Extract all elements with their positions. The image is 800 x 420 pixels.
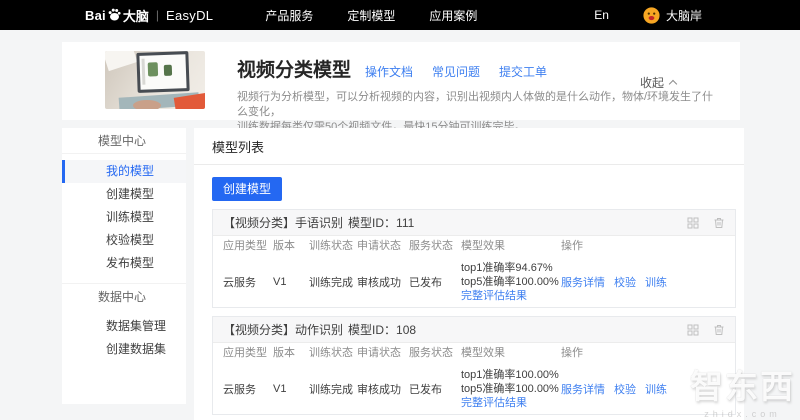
cell-actions: 服务详情 校验 训练: [561, 381, 725, 397]
language-toggle[interactable]: En: [594, 8, 609, 22]
model-card-header: 【视频分类】手语识别 模型ID： 111: [213, 210, 735, 236]
model-id: 108: [396, 322, 417, 337]
sidebar-item-validate-model[interactable]: 校验模型: [62, 229, 186, 252]
smiley-face-icon: [643, 6, 660, 24]
topbar: Bai 大脑 | EasyDL 产品服务 定制模型 应用案例 En 大脑岸: [0, 0, 800, 30]
model-name: 【视频分类】手语识别: [223, 216, 344, 230]
cell-train-status: 训练完成: [309, 277, 353, 289]
user-avatar[interactable]: [643, 6, 660, 24]
create-model-button[interactable]: 创建模型: [212, 177, 282, 201]
logo-text-bai: Bai: [85, 7, 106, 23]
cell-apply-status: 审核成功: [357, 384, 401, 396]
main-content: 模型列表 创建模型 【视频分类】手语识别 模型ID： 111 应用类型 版本 训…: [194, 128, 744, 420]
sidebar-item-train-model[interactable]: 训练模型: [62, 206, 186, 229]
chevron-up-icon: [668, 79, 678, 89]
grid-icon[interactable]: [687, 217, 699, 229]
col-actions: 操作: [561, 240, 583, 252]
col-apply-status: 申请状态: [357, 240, 401, 252]
sidebar-item-create-model[interactable]: 创建模型: [62, 183, 186, 206]
cell-version: V1: [273, 276, 287, 288]
collapse-toggle[interactable]: 收起: [639, 74, 678, 91]
model-intro-banner: 视频分类模型 操作文档 常见问题 提交工单 视频行为分析模型，可以分析视频的内容…: [62, 42, 740, 133]
baidu-easydl-logo[interactable]: Bai 大脑 | EasyDL: [85, 6, 213, 25]
model-card-108: 【视频分类】动作识别 模型ID： 108 应用类型 版本 训练状态 申请状态 服…: [212, 316, 736, 415]
page-title: 视频分类模型: [237, 60, 352, 81]
table-row: 云服务 V1 训练完成 审核成功 已发布 top1准确率94.67% top5准…: [213, 257, 735, 307]
cell-apply-status: 审核成功: [357, 277, 401, 289]
doc-links: 操作文档 常见问题 提交工单: [365, 63, 547, 80]
cell-train-status: 训练完成: [309, 384, 353, 396]
nav-item-products[interactable]: 产品服务: [265, 7, 313, 24]
metric-top1: top1准确率94.67%: [461, 262, 553, 274]
cell-version: V1: [273, 383, 287, 395]
model-card-111: 【视频分类】手语识别 模型ID： 111 应用类型 版本 训练状态 申请状态 服…: [212, 209, 736, 308]
sidebar: 模型中心 我的模型 创建模型 训练模型 校验模型 发布模型 数据中心 数据集管理…: [62, 128, 186, 404]
table-header: 应用类型 版本 训练状态 申请状态 服务状态 模型效果 操作: [213, 236, 735, 257]
link-operation-docs[interactable]: 操作文档: [365, 63, 413, 80]
action-validate[interactable]: 校验: [614, 274, 636, 290]
sidebar-section-data-center: 数据中心: [62, 283, 186, 309]
action-validate[interactable]: 校验: [614, 381, 636, 397]
col-service-status: 服务状态: [409, 240, 453, 252]
col-version: 版本: [273, 347, 295, 359]
delete-icon[interactable]: [713, 217, 725, 229]
cell-model-effect: top1准确率94.67% top5准确率100.00% 完整评估结果: [461, 261, 561, 303]
cell-service-status: 已发布: [409, 384, 442, 396]
col-train-status: 训练状态: [309, 240, 353, 252]
cell-app-type: 云服务: [223, 277, 256, 289]
logo-divider: |: [155, 8, 159, 22]
logo-text-brain: 大脑: [122, 8, 149, 24]
topbar-right: En 大脑岸: [594, 6, 702, 24]
cell-actions: 服务详情 校验 训练: [561, 274, 725, 290]
action-train[interactable]: 训练: [645, 274, 667, 290]
full-evaluation-link[interactable]: 完整评估结果: [461, 289, 561, 303]
col-service-status: 服务状态: [409, 347, 453, 359]
collapse-label: 收起: [639, 76, 664, 90]
delete-icon[interactable]: [713, 324, 725, 336]
model-card-header: 【视频分类】动作识别 模型ID： 108: [213, 317, 735, 343]
cell-service-status: 已发布: [409, 277, 442, 289]
sidebar-item-my-models[interactable]: 我的模型: [62, 160, 186, 183]
model-id-label: 模型ID：: [348, 323, 397, 337]
nav-item-custom-models[interactable]: 定制模型: [347, 7, 395, 24]
model-name: 【视频分类】动作识别: [223, 323, 344, 337]
cell-model-effect: top1准确率100.00% top5准确率100.00% 完整评估结果: [461, 368, 561, 410]
sidebar-section-model-center: 模型中心: [62, 128, 186, 154]
col-actions: 操作: [561, 347, 583, 359]
metric-top5: top5准确率100.00%: [461, 276, 559, 288]
col-model-effect: 模型效果: [461, 347, 505, 359]
col-model-effect: 模型效果: [461, 240, 505, 252]
banner-photo: [105, 51, 205, 109]
metric-top1: top1准确率100.00%: [461, 369, 559, 381]
sidebar-item-publish-model[interactable]: 发布模型: [62, 252, 186, 275]
col-app-type: 应用类型: [223, 347, 267, 359]
description-line-1: 视频行为分析模型，可以分析视频的内容，识别出视频内人体做的是什么动作，物体/环境…: [237, 91, 714, 118]
table-header: 应用类型 版本 训练状态 申请状态 服务状态 模型效果 操作: [213, 343, 735, 364]
grid-icon[interactable]: [687, 324, 699, 336]
action-service-detail[interactable]: 服务详情: [561, 274, 605, 290]
col-apply-status: 申请状态: [357, 347, 401, 359]
model-id-label: 模型ID：: [348, 216, 397, 230]
col-app-type: 应用类型: [223, 240, 267, 252]
cell-app-type: 云服务: [223, 384, 256, 396]
sidebar-item-dataset-management[interactable]: 数据集管理: [62, 315, 186, 338]
link-submit-ticket[interactable]: 提交工单: [499, 63, 547, 80]
baidu-paw-icon: [108, 8, 121, 20]
model-list-title: 模型列表: [194, 128, 744, 165]
action-train[interactable]: 训练: [645, 381, 667, 397]
username[interactable]: 大脑岸: [666, 7, 702, 24]
table-row: 云服务 V1 训练完成 审核成功 已发布 top1准确率100.00% top5…: [213, 364, 735, 414]
model-id: 111: [396, 215, 415, 230]
col-train-status: 训练状态: [309, 347, 353, 359]
nav-item-use-cases[interactable]: 应用案例: [429, 7, 477, 24]
action-service-detail[interactable]: 服务详情: [561, 381, 605, 397]
metric-top5: top5准确率100.00%: [461, 383, 559, 395]
sidebar-item-create-dataset[interactable]: 创建数据集: [62, 338, 186, 361]
top-navigation: 产品服务 定制模型 应用案例: [265, 7, 477, 24]
logo-text-product: EasyDL: [165, 7, 214, 23]
col-version: 版本: [273, 240, 295, 252]
link-faq[interactable]: 常见问题: [432, 63, 480, 80]
full-evaluation-link[interactable]: 完整评估结果: [461, 396, 561, 410]
